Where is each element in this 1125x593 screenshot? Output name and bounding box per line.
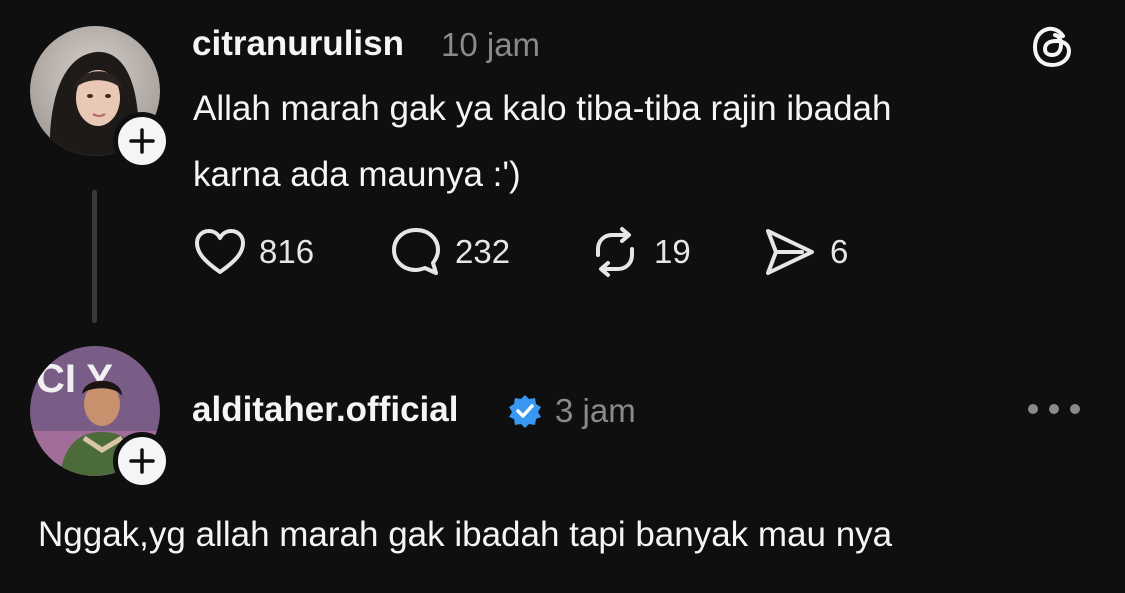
comment-button[interactable]: 232 <box>389 222 510 282</box>
post-time: 10 jam <box>441 26 541 63</box>
post-text-line-2: karna ada maunya :') <box>193 155 521 194</box>
follow-button[interactable] <box>113 432 171 490</box>
repost-icon <box>596 227 634 277</box>
reply-username[interactable]: alditaher.official <box>192 390 458 430</box>
like-button[interactable]: 816 <box>193 222 314 282</box>
heart-icon <box>195 229 245 274</box>
comment-count: 232 <box>455 233 511 270</box>
like-count: 816 <box>259 233 315 270</box>
post-text: Allah marah gak ya kalo tiba-tiba rajin … <box>193 76 891 208</box>
threads-logo-icon[interactable] <box>1028 22 1078 72</box>
plus-icon <box>129 128 155 154</box>
thread-connector-line <box>92 190 97 323</box>
repost-count: 19 <box>654 233 691 270</box>
send-icon <box>766 229 814 275</box>
plus-icon <box>129 448 155 474</box>
more-options-button[interactable] <box>1028 392 1080 426</box>
verified-badge-icon <box>507 393 543 429</box>
more-dots-icon <box>1028 404 1038 414</box>
reply-time: 3 jam <box>555 392 636 429</box>
share-count: 6 <box>830 233 849 270</box>
comment-bubble-icon <box>392 228 440 275</box>
share-button[interactable]: 6 <box>762 222 848 282</box>
reply-text: Nggak,yg allah marah gak ibadah tapi ban… <box>38 515 893 554</box>
post-text-line-1: Allah marah gak ya kalo tiba-tiba rajin … <box>193 89 892 128</box>
repost-button[interactable]: 19 <box>588 222 691 282</box>
follow-button[interactable] <box>113 112 171 170</box>
post-username[interactable]: citranurulisn <box>192 24 404 64</box>
